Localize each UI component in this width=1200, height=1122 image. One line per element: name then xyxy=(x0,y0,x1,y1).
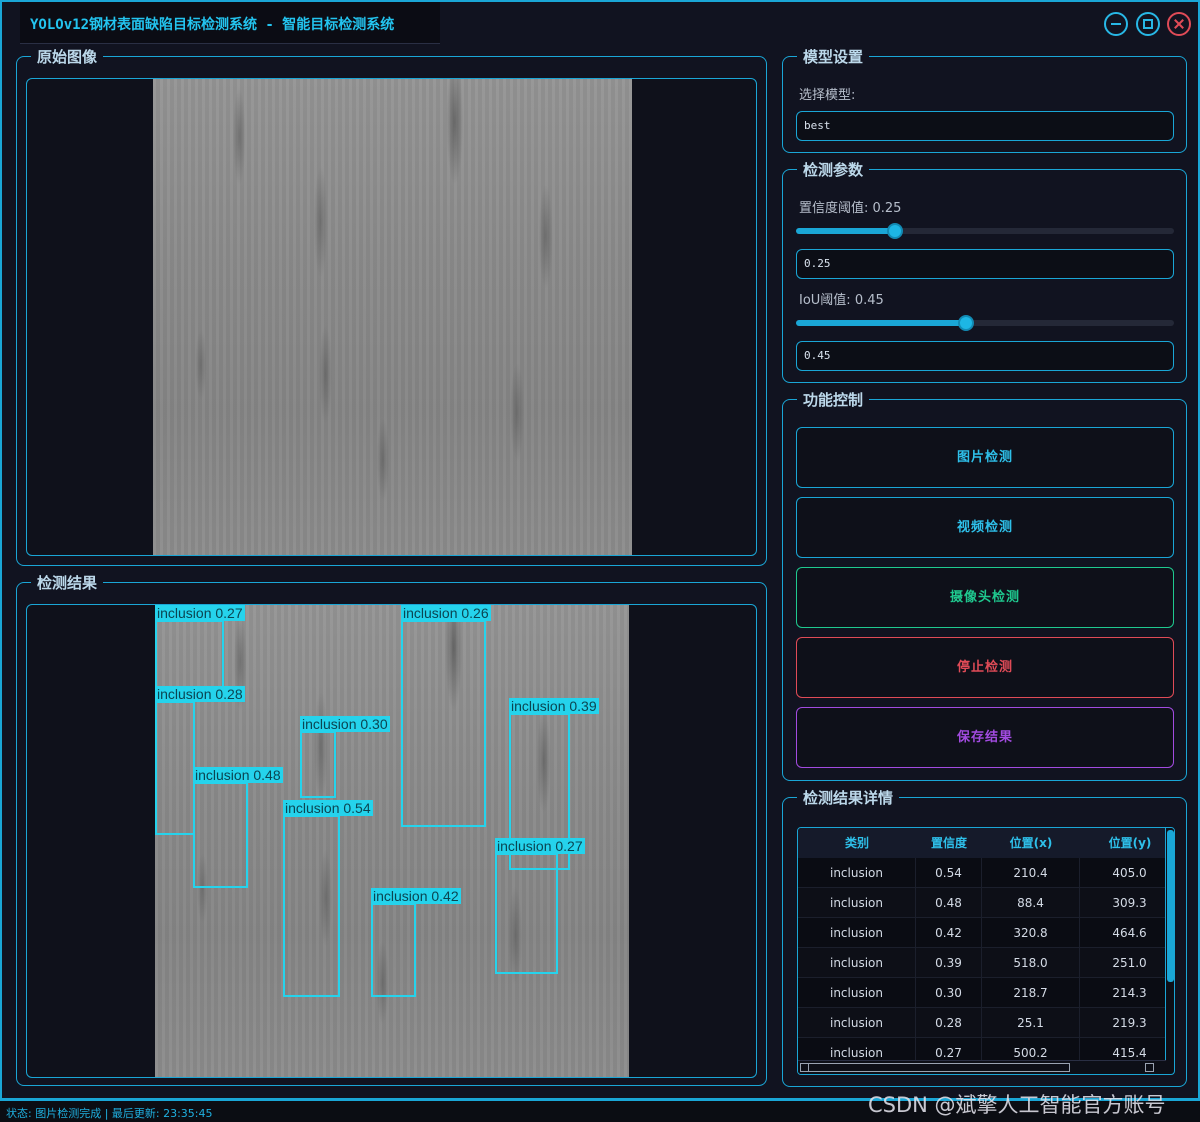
cell-position-x: 210.4 xyxy=(982,858,1080,888)
detection-label: inclusion 0.42 xyxy=(371,888,461,904)
cell-confidence: 0.48 xyxy=(916,888,982,918)
iou-label: IoU阈值: 0.45 xyxy=(799,293,884,308)
results-table[interactable]: 类别 置信度 位置(x) 位置(y) inclusion 0.54 210.4 405… xyxy=(797,827,1175,1075)
cell-confidence: 0.28 xyxy=(916,1008,982,1038)
result-details-title: 检测结果详情 xyxy=(797,789,900,807)
detection-box: inclusion 0.27 xyxy=(495,838,585,974)
detection-box: inclusion 0.26 xyxy=(401,605,491,827)
detection-box: inclusion 0.28 xyxy=(155,686,245,835)
cell-class: inclusion xyxy=(798,1008,916,1038)
iou-slider-fill xyxy=(796,320,967,326)
detection-label: inclusion 0.27 xyxy=(495,838,585,854)
cell-class: inclusion xyxy=(798,918,916,948)
model-settings-title: 模型设置 xyxy=(797,48,870,66)
cell-position-y: 309.3 xyxy=(1080,888,1174,918)
stop-detect-button[interactable]: 停止检测 xyxy=(796,637,1174,698)
table-row[interactable]: inclusion 0.54 210.4 405.0 xyxy=(798,858,1166,888)
title-bar: YOLOv12钢材表面缺陷目标检测系统 - 智能目标检测系统 xyxy=(2,2,1198,44)
cell-class: inclusion xyxy=(798,858,916,888)
table-header: 类别 置信度 位置(x) 位置(y) xyxy=(798,828,1166,858)
iou-slider-handle[interactable] xyxy=(958,315,974,331)
video-detect-button[interactable]: 视频检测 xyxy=(796,497,1174,558)
cell-class: inclusion xyxy=(798,948,916,978)
detection-label: inclusion 0.48 xyxy=(193,767,283,783)
cell-position-x: 320.8 xyxy=(982,918,1080,948)
maximize-icon[interactable] xyxy=(1136,12,1160,36)
confidence-slider[interactable] xyxy=(796,223,1174,239)
detection-label: inclusion 0.27 xyxy=(155,605,245,621)
confidence-slider-handle[interactable] xyxy=(887,223,903,239)
detection-params-title: 检测参数 xyxy=(797,161,870,179)
cell-position-y: 219.3 xyxy=(1080,1008,1174,1038)
confidence-input[interactable]: 0.25 xyxy=(796,249,1174,279)
column-header-confidence[interactable]: 置信度 xyxy=(916,828,982,858)
detection-box: inclusion 0.54 xyxy=(283,800,373,997)
original-image-title: 原始图像 xyxy=(31,48,104,66)
detection-box: inclusion 0.30 xyxy=(300,716,390,798)
table-vertical-scroll-thumb[interactable] xyxy=(1167,830,1174,982)
scroll-left-icon[interactable] xyxy=(800,1063,809,1072)
table-horizontal-scroll-thumb[interactable] xyxy=(800,1063,1070,1072)
confidence-slider-fill xyxy=(796,228,896,234)
original-image-view xyxy=(26,78,757,556)
result-image-view: inclusion 0.27 inclusion 0.26 inclusion … xyxy=(26,604,757,1078)
window-title: YOLOv12钢材表面缺陷目标检测系统 - 智能目标检测系统 xyxy=(30,17,395,33)
column-header-class[interactable]: 类别 xyxy=(798,828,916,858)
detection-box: inclusion 0.42 xyxy=(371,888,461,997)
camera-detect-button[interactable]: 摄像头检测 xyxy=(796,567,1174,628)
table-row[interactable]: inclusion 0.42 320.8 464.6 xyxy=(798,918,1166,948)
table-row[interactable]: inclusion 0.39 518.0 251.0 xyxy=(798,948,1166,978)
column-header-position-x[interactable]: 位置(x) xyxy=(982,828,1080,858)
detection-box: inclusion 0.48 xyxy=(193,767,283,888)
scroll-right-icon[interactable] xyxy=(1145,1063,1154,1072)
watermark: CSDN @斌擎人工智能官方账号 xyxy=(868,1093,1166,1117)
column-header-position-y[interactable]: 位置(y) xyxy=(1080,828,1174,858)
table-row[interactable]: inclusion 0.30 218.7 214.3 xyxy=(798,978,1166,1008)
save-result-button[interactable]: 保存结果 xyxy=(796,707,1174,768)
cell-position-y: 214.3 xyxy=(1080,978,1174,1008)
iou-slider[interactable] xyxy=(796,315,1174,331)
model-select-label: 选择模型: xyxy=(799,88,856,103)
detection-result-title: 检测结果 xyxy=(31,574,104,592)
main-window: YOLOv12钢材表面缺陷目标检测系统 - 智能目标检测系统 原始图像 检测结果… xyxy=(0,0,1200,1100)
image-detect-button[interactable]: 图片检测 xyxy=(796,427,1174,488)
title-tab: YOLOv12钢材表面缺陷目标检测系统 - 智能目标检测系统 xyxy=(20,2,440,44)
status-text: 状态: 图片检测完成 | 最后更新: 23:35:45 xyxy=(6,1107,213,1120)
table-row[interactable]: inclusion 0.28 25.1 219.3 xyxy=(798,1008,1166,1038)
model-select[interactable]: best xyxy=(796,111,1174,141)
cell-position-x: 518.0 xyxy=(982,948,1080,978)
table-horizontal-scrollbar[interactable] xyxy=(798,1060,1166,1074)
cell-confidence: 0.30 xyxy=(916,978,982,1008)
detection-label: inclusion 0.28 xyxy=(155,686,245,702)
cell-position-y: 251.0 xyxy=(1080,948,1174,978)
function-control-title: 功能控制 xyxy=(797,391,870,409)
table-vertical-scrollbar[interactable] xyxy=(1165,828,1174,1060)
cell-class: inclusion xyxy=(798,888,916,918)
detection-label: inclusion 0.54 xyxy=(283,800,373,816)
minimize-icon[interactable] xyxy=(1104,12,1128,36)
detection-label: inclusion 0.39 xyxy=(509,698,599,714)
cell-class: inclusion xyxy=(798,978,916,1008)
cell-position-x: 25.1 xyxy=(982,1008,1080,1038)
close-icon[interactable] xyxy=(1167,12,1191,36)
detection-label: inclusion 0.30 xyxy=(300,716,390,732)
cell-confidence: 0.42 xyxy=(916,918,982,948)
cell-confidence: 0.54 xyxy=(916,858,982,888)
iou-input[interactable]: 0.45 xyxy=(796,341,1174,371)
original-steel-image xyxy=(153,79,632,555)
confidence-label: 置信度阈值: 0.25 xyxy=(799,201,902,216)
cell-position-y: 464.6 xyxy=(1080,918,1174,948)
cell-position-x: 218.7 xyxy=(982,978,1080,1008)
cell-confidence: 0.39 xyxy=(916,948,982,978)
cell-position-x: 88.4 xyxy=(982,888,1080,918)
detection-label: inclusion 0.26 xyxy=(401,605,491,621)
table-row[interactable]: inclusion 0.48 88.4 309.3 xyxy=(798,888,1166,918)
cell-position-y: 405.0 xyxy=(1080,858,1174,888)
